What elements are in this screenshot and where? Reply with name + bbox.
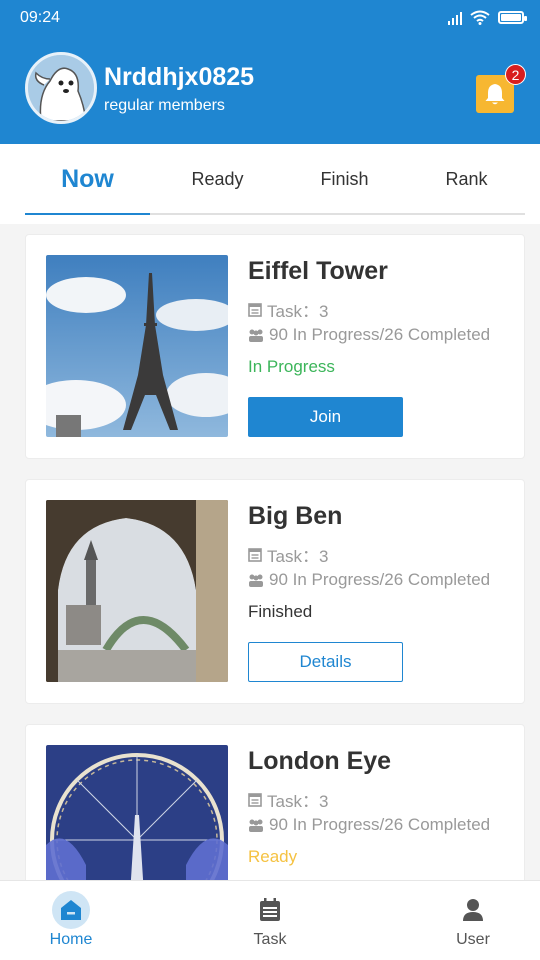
task-count-text: Task：3 [267, 792, 329, 811]
participant-stats-text: 90 In Progress/26 Completed [269, 815, 491, 834]
status-time: 09:24 [20, 9, 61, 26]
card-status: In Progress [248, 357, 335, 376]
people-icon [249, 329, 263, 342]
activity-list[interactable]: Eiffel Tower Task：3 90 In Progress/26 Co… [0, 224, 540, 880]
card-status: Finished [248, 602, 313, 621]
app-header: 09:24 Nrddhjx0825 regular members 2 [0, 0, 540, 144]
join-button[interactable]: Join [248, 397, 403, 437]
nav-home-label: Home [49, 931, 93, 948]
tab-rank[interactable]: Rank [404, 144, 529, 214]
card-status: Ready [248, 847, 298, 866]
task-list-icon [251, 891, 289, 929]
participant-stats: 90 In Progress/26 Completed [248, 570, 490, 590]
calendar-icon [248, 793, 262, 807]
participant-stats-text: 90 In Progress/26 Completed [269, 325, 491, 344]
status-icons [448, 10, 527, 25]
ghost-avatar-icon [28, 55, 94, 121]
participant-stats: 90 In Progress/26 Completed [248, 325, 490, 345]
tab-active-indicator [25, 213, 150, 215]
avatar[interactable] [25, 52, 97, 124]
username: Nrddhjx0825 [104, 63, 255, 91]
user-icon [454, 891, 492, 929]
home-icon [52, 891, 90, 929]
nav-task[interactable]: Task [200, 881, 340, 960]
signal-icon [448, 11, 462, 25]
activity-card[interactable]: London Eye Task：3 90 In Progress/26 Comp… [25, 724, 525, 880]
people-icon [249, 819, 263, 832]
status-bar: 09:24 [0, 0, 540, 36]
tab-now[interactable]: Now [25, 144, 150, 214]
calendar-icon [248, 303, 262, 317]
task-count-text: Task：3 [267, 302, 329, 321]
eiffel-tower-photo [46, 255, 228, 437]
nav-user[interactable]: User [403, 881, 540, 960]
activity-card[interactable]: Big Ben Task：3 90 In Progress/26 Complet… [25, 479, 525, 704]
bell-icon [485, 84, 505, 105]
card-title: Big Ben [248, 502, 343, 530]
nav-user-label: User [456, 931, 490, 948]
wifi-icon [470, 10, 490, 25]
task-count: Task：3 [248, 297, 328, 322]
big-ben-photo [46, 500, 228, 682]
tab-finish[interactable]: Finish [282, 144, 407, 214]
bottom-navigation: Home Task User [0, 880, 540, 960]
notification-badge: 2 [505, 64, 526, 85]
task-count: Task：3 [248, 787, 328, 812]
tab-ready[interactable]: Ready [155, 144, 280, 214]
task-count: Task：3 [248, 542, 328, 567]
calendar-icon [248, 548, 262, 562]
people-icon [249, 574, 263, 587]
activity-card[interactable]: Eiffel Tower Task：3 90 In Progress/26 Co… [25, 234, 525, 459]
card-title: London Eye [248, 747, 392, 775]
details-button[interactable]: Details [248, 642, 403, 682]
nav-home[interactable]: Home [1, 881, 141, 960]
card-title: Eiffel Tower [248, 257, 388, 285]
participant-stats-text: 90 In Progress/26 Completed [269, 570, 491, 589]
member-level: regular members [104, 97, 225, 114]
nav-task-label: Task [253, 931, 287, 948]
participant-stats: 90 In Progress/26 Completed [248, 815, 490, 835]
london-eye-photo [46, 745, 228, 880]
status-tabs: Now Ready Finish Rank [0, 144, 540, 224]
task-count-text: Task：3 [267, 547, 329, 566]
battery-icon [498, 11, 527, 24]
